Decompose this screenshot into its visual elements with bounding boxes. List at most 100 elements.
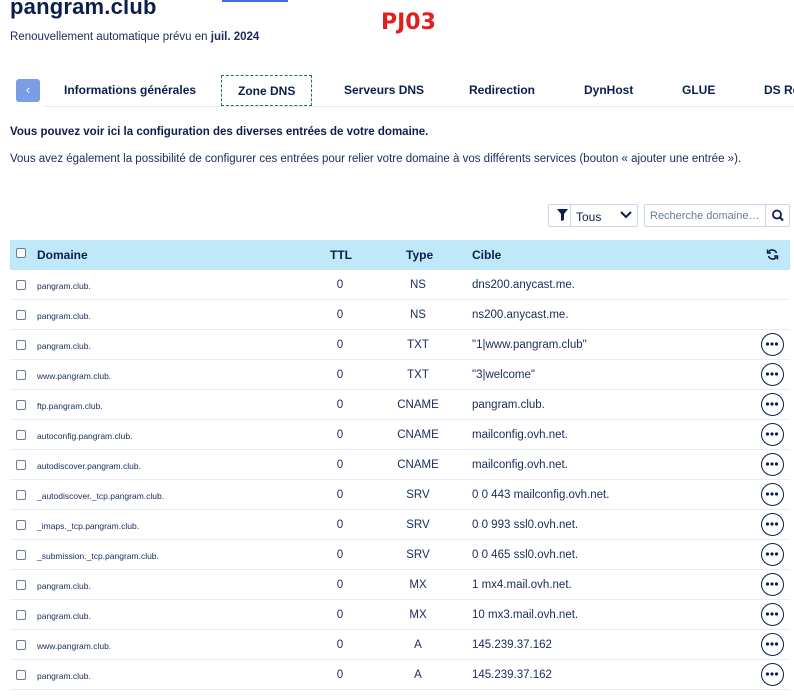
renewal-date: juil. 2024	[210, 31, 260, 43]
record-ttl: 0	[336, 459, 344, 471]
record-domain: autodiscover.pangram.club.	[37, 461, 141, 471]
table-row: pangram.club. 0 A 145.239.37.162	[10, 660, 790, 690]
row-checkbox[interactable]	[16, 340, 26, 350]
record-ttl: 0	[336, 519, 344, 531]
renewal-prefix: Renouvellement automatique prévu en	[10, 31, 208, 43]
row-checkbox[interactable]	[16, 520, 26, 530]
more-actions-icon	[765, 642, 779, 646]
more-actions-icon	[765, 552, 779, 556]
more-actions-icon	[765, 672, 779, 676]
row-actions-button[interactable]	[761, 393, 784, 416]
table-row: pangram.club. 0 MX 1 mx4.mail.ovh.net.	[10, 570, 790, 600]
row-checkbox[interactable]	[16, 610, 26, 620]
tabs-back-button[interactable]: ‹	[16, 79, 40, 102]
row-actions-button[interactable]	[761, 573, 784, 596]
record-ttl: 0	[336, 429, 344, 441]
record-target: 0 0 443 mailconfig.ovh.net.	[472, 489, 610, 501]
tab-glue[interactable]: GLUE	[682, 75, 715, 106]
record-ttl: 0	[336, 279, 344, 291]
row-checkbox[interactable]	[16, 310, 26, 320]
row-actions-button[interactable]	[761, 333, 784, 356]
search-button[interactable]	[765, 205, 789, 226]
table-row: pangram.club. 0 NS ns200.anycast.me.	[10, 300, 790, 330]
row-actions-button[interactable]	[761, 663, 784, 686]
search-input[interactable]	[645, 205, 765, 226]
record-ttl: 0	[336, 639, 344, 651]
tab-dns-servers[interactable]: Serveurs DNS	[344, 75, 424, 106]
row-actions-button[interactable]	[761, 453, 784, 476]
table-body: pangram.club. 0 NS dns200.anycast.me. pangra…	[10, 270, 790, 690]
record-ttl: 0	[336, 579, 344, 591]
refresh-icon[interactable]	[766, 248, 779, 261]
record-domain: autoconfig.pangram.club.	[37, 431, 133, 441]
row-checkbox[interactable]	[16, 580, 26, 590]
column-ttl[interactable]: TTL	[330, 248, 352, 262]
record-target: 10 mx3.mail.ovh.net.	[472, 609, 579, 621]
row-checkbox[interactable]	[16, 640, 26, 650]
row-actions-button[interactable]	[761, 513, 784, 536]
record-target: ns200.anycast.me.	[472, 309, 569, 321]
more-actions-icon	[765, 372, 779, 376]
record-domain: _autodiscover._tcp.pangram.club.	[37, 491, 165, 501]
record-type: MX	[409, 579, 427, 591]
row-checkbox[interactable]	[16, 280, 26, 290]
tab-dynhost[interactable]: DynHost	[584, 75, 633, 106]
chevron-down-icon	[620, 211, 632, 219]
filter-icon	[557, 209, 568, 221]
record-ttl: 0	[336, 399, 344, 411]
record-type: A	[414, 669, 422, 681]
column-target[interactable]: Cible	[472, 248, 501, 262]
table-row: pangram.club. 0 TXT "1|www.pangram.club"	[10, 330, 790, 360]
more-actions-icon	[765, 522, 779, 526]
record-type: CNAME	[397, 429, 439, 441]
type-filter-select[interactable]: Tous	[548, 204, 638, 227]
record-domain: pangram.club.	[37, 281, 91, 291]
renewal-subtitle: Renouvellement automatique prévu en juil…	[10, 31, 259, 43]
record-type: CNAME	[397, 399, 439, 411]
top-tab-indicator	[222, 0, 288, 2]
tab-general-info[interactable]: Informations générales	[64, 75, 196, 106]
row-actions-button[interactable]	[761, 423, 784, 446]
record-ttl: 0	[336, 339, 344, 351]
record-domain: pangram.club.	[37, 671, 91, 681]
tab-redirection[interactable]: Redirection	[469, 75, 535, 106]
row-actions-button[interactable]	[761, 363, 784, 386]
row-actions-button[interactable]	[761, 603, 784, 626]
row-actions-button[interactable]	[761, 483, 784, 506]
row-checkbox[interactable]	[16, 670, 26, 680]
filter-divider	[570, 205, 571, 226]
more-actions-icon	[765, 432, 779, 436]
table-row: ftp.pangram.club. 0 CNAME pangram.club.	[10, 390, 790, 420]
row-checkbox[interactable]	[16, 370, 26, 380]
record-target: 0 0 465 ssl0.ovh.net.	[472, 549, 579, 561]
intro-heading: Vous pouvez voir ici la configuration de…	[10, 126, 429, 138]
record-target: 0 0 993 ssl0.ovh.net.	[472, 519, 579, 531]
record-domain: pangram.club.	[37, 311, 91, 321]
row-actions-button[interactable]	[761, 543, 784, 566]
record-target: pangram.club.	[472, 399, 545, 411]
record-ttl: 0	[336, 489, 344, 501]
tab-ds-records[interactable]: DS Re	[764, 75, 794, 106]
record-type: TXT	[407, 369, 429, 381]
table-row: _imaps._tcp.pangram.club. 0 SRV 0 0 993 ssl…	[10, 510, 790, 540]
row-checkbox[interactable]	[16, 460, 26, 470]
record-domain: _submission._tcp.pangram.club.	[37, 551, 159, 561]
row-actions-button[interactable]	[761, 633, 784, 656]
record-domain: pangram.club.	[37, 611, 91, 621]
table-row: _autodiscover._tcp.pangram.club. 0 SRV 0 0 …	[10, 480, 790, 510]
record-target: 1 mx4.mail.ovh.net.	[472, 579, 572, 591]
column-type[interactable]: Type	[406, 248, 433, 262]
record-type: TXT	[407, 339, 429, 351]
more-actions-icon	[765, 612, 779, 616]
select-all-checkbox[interactable]	[16, 248, 26, 258]
tab-dns-zone[interactable]: Zone DNS	[221, 75, 313, 106]
record-ttl: 0	[336, 609, 344, 621]
row-checkbox[interactable]	[16, 550, 26, 560]
row-checkbox[interactable]	[16, 400, 26, 410]
row-checkbox[interactable]	[16, 430, 26, 440]
record-target: 145.239.37.162	[472, 669, 552, 681]
column-domain[interactable]: Domaine	[37, 248, 88, 262]
more-actions-icon	[765, 402, 779, 406]
row-checkbox[interactable]	[16, 490, 26, 500]
more-actions-icon	[765, 492, 779, 496]
